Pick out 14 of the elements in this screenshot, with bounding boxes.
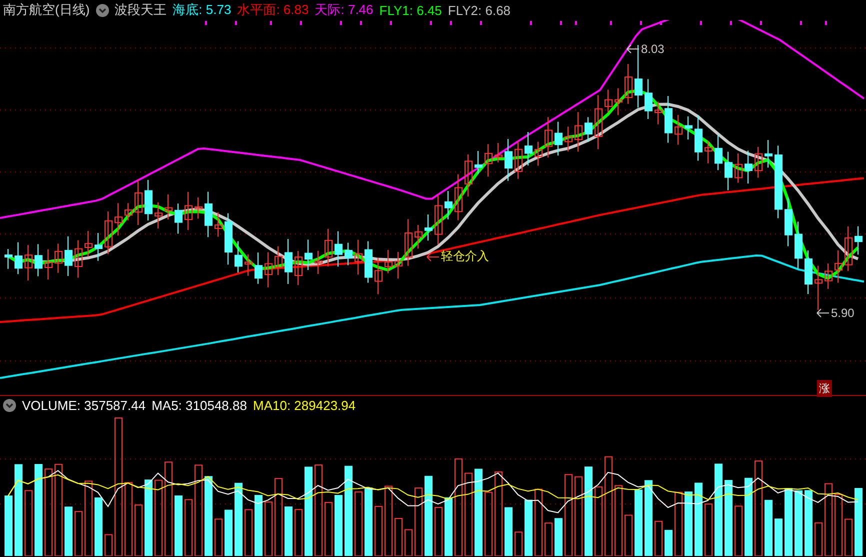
chart-title: 南方航空(日线)	[3, 1, 90, 19]
legend-value: FLY1: 6.45	[379, 2, 442, 18]
legend-value: FLY2: 6.68	[448, 2, 511, 18]
legend-value: VOLUME: 357587.44	[22, 398, 146, 412]
legend-value: MA10: 289423.94	[252, 398, 356, 412]
price-label: 轻仓介入	[441, 248, 489, 265]
indicator-name: 波段天王	[114, 1, 167, 19]
price-label: 5.90	[831, 306, 854, 320]
legend-value: 海底: 5.73	[172, 1, 232, 19]
rise-badge: 涨	[817, 380, 832, 397]
legend-value: 水平面: 6.83	[237, 1, 309, 19]
legend-value: 天际: 7.46	[314, 1, 374, 19]
price-label: 8.03	[641, 42, 664, 56]
legend-value: MA5: 310548.88	[152, 398, 247, 412]
